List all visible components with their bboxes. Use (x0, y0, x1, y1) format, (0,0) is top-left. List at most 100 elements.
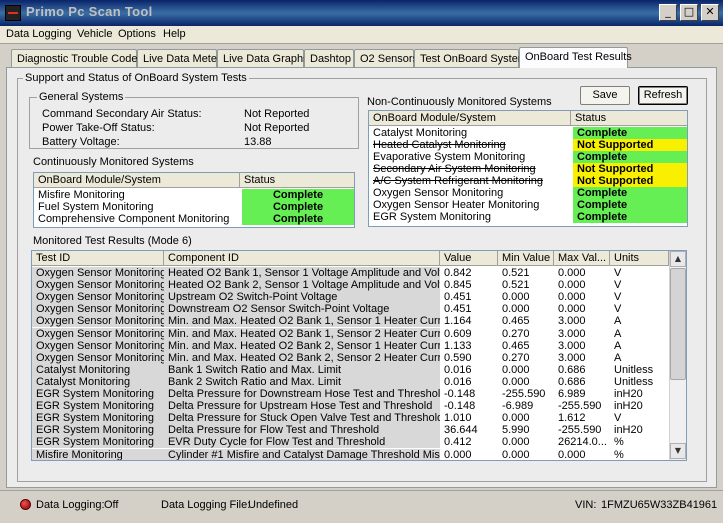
table-row[interactable]: Heated Catalyst Monitoring Not Supported (369, 139, 687, 151)
units-cell: A (614, 327, 622, 340)
table-row[interactable]: Oxygen Sensor Monitoring Complete (369, 187, 687, 199)
table-row[interactable]: Oxygen Sensor Monitoring Downstream O2 Se… (32, 303, 669, 316)
min-value-cell: 0.000 (502, 363, 530, 376)
value-cell: -0.148 (444, 400, 476, 413)
table-row[interactable]: Oxygen Sensor Heater Monitoring Complete (369, 199, 687, 211)
scroll-thumb[interactable] (670, 268, 686, 380)
table-row[interactable]: Catalyst Monitoring Bank 1 Switch Ratio a… (32, 363, 669, 376)
status-badge: Complete (573, 187, 687, 199)
status-badge: Complete (573, 127, 687, 139)
component-id-cell: Min. and Max. Heated O2 Bank 1, Sensor 1… (164, 315, 440, 328)
table-row[interactable]: Fuel System Monitoring Complete (34, 201, 354, 213)
table-row[interactable]: Oxygen Sensor Monitoring Min. and Max. He… (32, 327, 669, 340)
menu-options[interactable]: Options (118, 28, 156, 40)
table-row[interactable]: Oxygen Sensor Monitoring Heated O2 Bank 2… (32, 279, 669, 292)
table-row[interactable]: EGR System Monitoring Complete (369, 211, 687, 223)
column-header[interactable]: Value (440, 251, 498, 266)
table-row[interactable]: Comprehensive Component Monitoring Compl… (34, 213, 354, 225)
logging-file-value: Undefined (248, 499, 299, 511)
menu-help[interactable]: Help (163, 28, 186, 40)
results-scrollbar[interactable]: ▲ ▼ (669, 251, 686, 460)
column-header[interactable]: Max Val... (554, 251, 610, 266)
tab-live-data-graphs[interactable]: Live Data Graphs (217, 49, 309, 67)
tab-test-onboard-system[interactable]: Test OnBoard System (414, 49, 527, 67)
column-header[interactable]: Min Value (498, 251, 554, 266)
max-value-cell: 0.000 (558, 303, 586, 316)
column-header[interactable]: Status (571, 111, 687, 126)
tab-onboard-test-results[interactable]: OnBoard Test Results (519, 47, 632, 68)
support-group-caption: Support and Status of OnBoard System Tes… (23, 72, 249, 84)
column-header[interactable]: Units (610, 251, 669, 266)
component-id-cell: Delta Pressure for Upstream Hose Test an… (164, 400, 440, 413)
logging-file-label: Data Logging File: (161, 499, 251, 511)
table-row[interactable]: Catalyst Monitoring Bank 2 Switch Ratio a… (32, 375, 669, 388)
value-cell: 1.164 (444, 315, 472, 328)
table-row[interactable]: Oxygen Sensor Monitoring Upstream O2 Swit… (32, 291, 669, 304)
max-value-cell: 0.686 (558, 363, 586, 376)
continuous-grid: OnBoard Module/System Status Misfire Mon… (33, 172, 355, 228)
test-id-cell: Oxygen Sensor Monitoring (32, 267, 164, 279)
table-row[interactable]: Catalyst Monitoring Complete (369, 127, 687, 139)
table-row[interactable]: Misfire Monitoring Complete (34, 189, 354, 201)
window-title: Primo Pc Scan Tool (26, 4, 153, 19)
max-value-cell: -255.590 (558, 424, 602, 437)
continuous-caption: Continuously Monitored Systems (33, 156, 194, 168)
table-row[interactable]: EGR System Monitoring Delta Pressure for … (32, 412, 669, 425)
min-value-cell: 0.521 (502, 267, 530, 279)
table-row[interactable]: Oxygen Sensor Monitoring Heated O2 Bank 1… (32, 267, 669, 279)
table-row[interactable]: Misfire Monitoring Cylinder #1 Misfire an… (32, 448, 669, 460)
status-badge: Not Supported (573, 139, 687, 151)
tab-o2-sensors[interactable]: O2 Sensors (354, 49, 418, 67)
menu-vehicle[interactable]: Vehicle (77, 28, 112, 40)
column-header[interactable]: Status (240, 173, 354, 188)
column-header[interactable]: Test ID (32, 251, 164, 266)
value-cell: 1.010 (444, 412, 472, 425)
value-cell: -0.148 (444, 388, 476, 400)
refresh-button[interactable]: Refresh (638, 86, 688, 105)
table-row[interactable]: EGR System Monitoring Delta Pressure for … (32, 424, 669, 437)
tab-diagnostic-trouble-codes[interactable]: Diagnostic Trouble Codes (11, 49, 143, 67)
maximize-button[interactable]: □ (680, 4, 698, 21)
table-row[interactable]: Oxygen Sensor Monitoring Min. and Max. He… (32, 315, 669, 328)
column-header[interactable]: OnBoard Module/System (369, 111, 571, 126)
table-row[interactable]: Oxygen Sensor Monitoring Min. and Max. He… (32, 339, 669, 352)
table-row[interactable]: Evaporative System Monitoring Complete (369, 151, 687, 163)
min-value-cell: -6.989 (502, 400, 534, 413)
test-id-cell: Oxygen Sensor Monitoring (32, 279, 164, 292)
component-id-cell: Min. and Max. Heated O2 Bank 2, Sensor 2… (164, 351, 440, 364)
noncontinuous-grid-header: OnBoard Module/System Status (369, 111, 687, 126)
units-cell: Unitless (614, 363, 654, 376)
logging-label: Data Logging: (36, 499, 105, 511)
results-caption: Monitored Test Results (Mode 6) (33, 235, 192, 247)
vin-value: 1FMZU65W33ZB41961 (601, 499, 718, 511)
results-table[interactable]: Test ID Component ID Value Min Value Max… (31, 250, 687, 461)
minimize-button[interactable]: _ (659, 4, 677, 21)
table-row[interactable]: EGR System Monitoring Delta Pressure for … (32, 388, 669, 400)
table-row[interactable]: A/C System Refrigerant Monitoring Not Su… (369, 175, 687, 187)
save-button[interactable]: Save (580, 86, 630, 105)
close-button[interactable]: ✕ (701, 4, 719, 21)
component-id-cell: Heated O2 Bank 1, Sensor 1 Voltage Ampli… (164, 267, 440, 279)
min-value-cell: 0.465 (502, 315, 530, 328)
table-row[interactable]: Oxygen Sensor Monitoring Min. and Max. He… (32, 351, 669, 364)
component-id-cell: Heated O2 Bank 2, Sensor 1 Voltage Ampli… (164, 279, 440, 292)
scroll-down-icon[interactable]: ▼ (670, 443, 686, 459)
table-row[interactable]: EGR System Monitoring EVR Duty Cycle for … (32, 436, 669, 449)
system-name: EGR System Monitoring (373, 211, 491, 223)
component-id-cell: Delta Pressure for Flow Test and Thresho… (164, 424, 440, 437)
max-value-cell: 26214.0... (558, 436, 607, 449)
max-value-cell: 0.000 (558, 291, 586, 304)
value-cell: 0.845 (444, 279, 472, 292)
status-badge: Complete (573, 199, 687, 211)
system-name: A/C System Refrigerant Monitoring (373, 175, 543, 187)
scroll-up-icon[interactable]: ▲ (670, 251, 686, 267)
menu-data-logging[interactable]: Data Logging (6, 28, 71, 40)
column-header[interactable]: OnBoard Module/System (34, 173, 240, 188)
table-row[interactable]: EGR System Monitoring Delta Pressure for … (32, 400, 669, 413)
tab-dashtop[interactable]: Dashtop (304, 49, 354, 67)
table-row[interactable]: Secondary Air System Monitoring Not Supp… (369, 163, 687, 175)
system-name: Misfire Monitoring (38, 189, 125, 201)
battery-voltage-label: Battery Voltage: (42, 136, 120, 148)
tab-live-data-meter[interactable]: Live Data Meter (137, 49, 221, 67)
column-header[interactable]: Component ID (164, 251, 440, 266)
